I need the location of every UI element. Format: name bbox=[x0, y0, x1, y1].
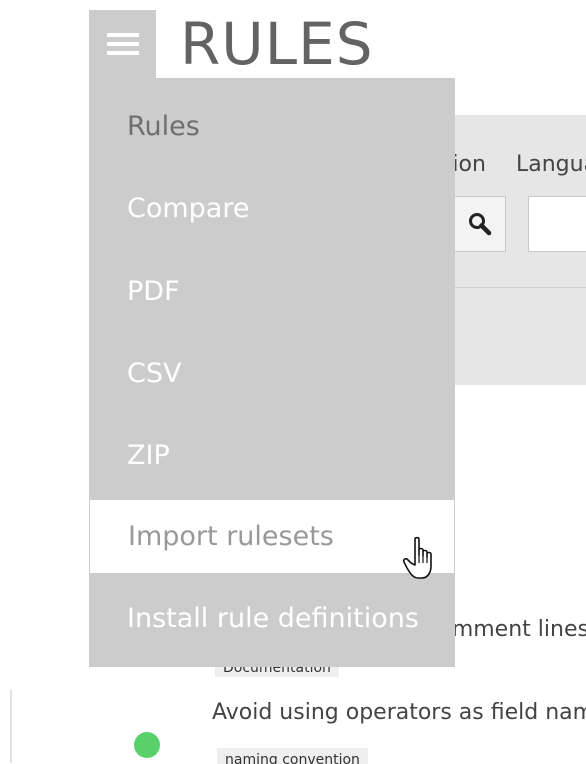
search-button[interactable] bbox=[455, 196, 506, 252]
menu-toggle-button[interactable] bbox=[89, 10, 156, 78]
menu-item-csv[interactable]: CSV bbox=[89, 333, 455, 415]
menu-item-install-rule-definitions[interactable]: Install rule definitions bbox=[89, 578, 455, 660]
rule-title: Comment lines bbox=[455, 617, 586, 642]
language-filter-label: Language bbox=[516, 152, 586, 177]
search-icon bbox=[469, 213, 492, 236]
action-filter-label: Action bbox=[455, 152, 486, 177]
rule-row[interactable]: Avoid using operators as field names nam… bbox=[10, 690, 586, 764]
pointer-hand-icon bbox=[402, 536, 432, 579]
rule-tag: naming convention bbox=[217, 748, 368, 764]
menu-item-zip[interactable]: ZIP bbox=[89, 415, 455, 497]
menu-item-rules[interactable]: Rules bbox=[89, 86, 455, 168]
hamburger-icon bbox=[106, 33, 139, 55]
menu-item-compare[interactable]: Compare bbox=[89, 168, 455, 250]
rule-title: Avoid using operators as field names bbox=[212, 700, 586, 725]
page-title: RULES bbox=[180, 10, 374, 78]
menu-item-pdf[interactable]: PDF bbox=[89, 251, 455, 333]
menu-item-import-rulesets[interactable]: Import rulesets bbox=[90, 500, 454, 573]
language-filter-input[interactable] bbox=[528, 196, 586, 252]
status-active-icon bbox=[134, 732, 160, 758]
filter-divider bbox=[455, 287, 586, 288]
dropdown-menu: Rules Compare PDF CSV ZIP Import ruleset… bbox=[89, 78, 455, 667]
